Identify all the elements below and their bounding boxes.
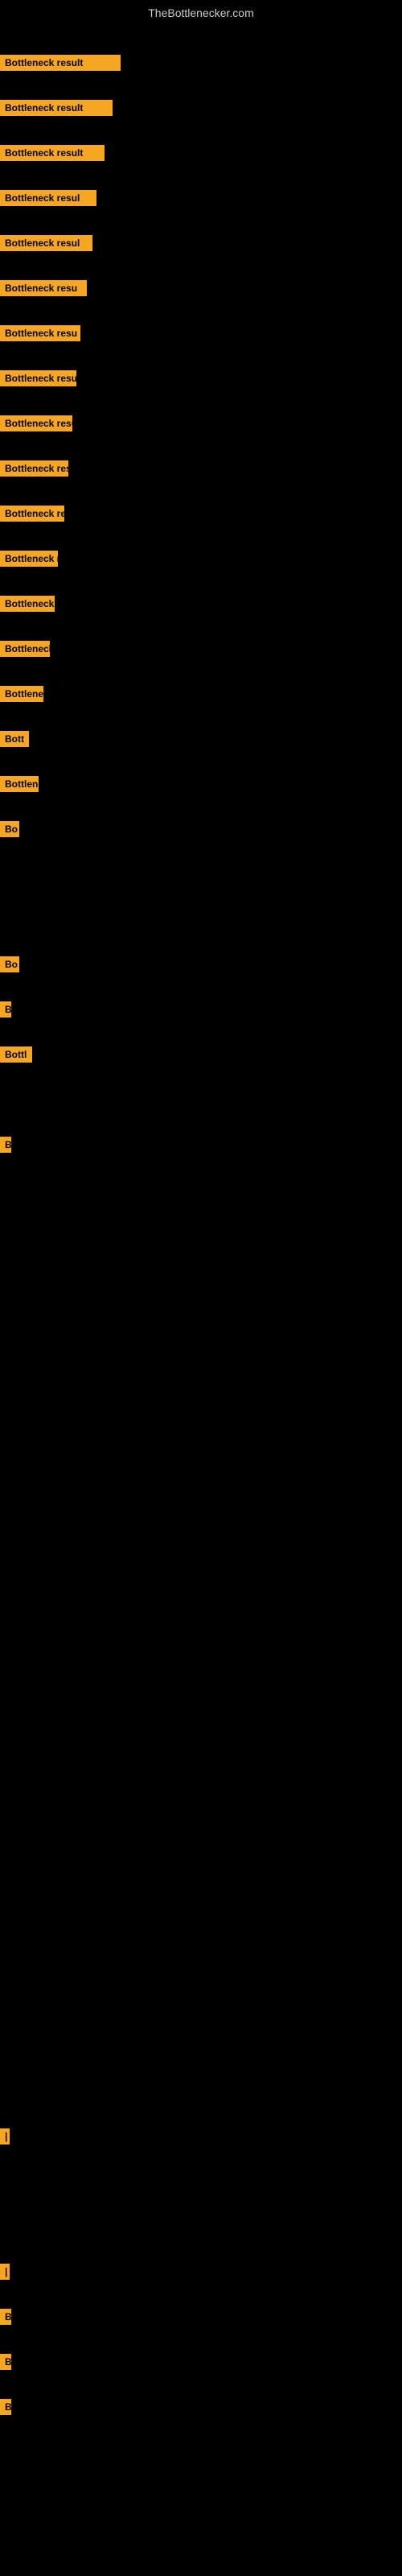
bottleneck-result-label: Bottleneck re [0, 641, 50, 657]
bottleneck-result-label: Bottlen [0, 776, 39, 792]
bottleneck-result-label: B [0, 2399, 11, 2415]
bottleneck-result-label: Bottleneck resul [0, 190, 96, 206]
bottleneck-row-3: Bottleneck resul [0, 180, 402, 216]
bottleneck-row-7: Bottleneck resu [0, 361, 402, 396]
bottleneck-row-46: | [0, 2119, 402, 2154]
bottleneck-row-11: Bottleneck re [0, 541, 402, 576]
bottleneck-result-label: Bottleneck result [0, 145, 105, 161]
bottleneck-result-label: B [0, 2309, 11, 2325]
bottleneck-result-label: Bottleneck result [0, 100, 113, 116]
bottleneck-result-label: Bottlenec [0, 686, 43, 702]
bottleneck-result-label: Bott [0, 731, 29, 747]
bottleneck-result-label: B [0, 1137, 11, 1153]
site-title: TheBottlenecker.com [0, 0, 402, 26]
bottleneck-result-label: Bottleneck resul [0, 235, 92, 251]
bottleneck-row-5: Bottleneck resu [0, 270, 402, 306]
bottleneck-row-4: Bottleneck resul [0, 225, 402, 261]
bottleneck-result-label: Bottleneck resu [0, 280, 87, 296]
bottleneck-row-17: Bo [0, 811, 402, 847]
bottleneck-row-1: Bottleneck result [0, 90, 402, 126]
bottleneck-row-15: Bott [0, 721, 402, 757]
bottleneck-row-50: B [0, 2299, 402, 2334]
bottleneck-result-label: Bottleneck re [0, 596, 55, 612]
bottleneck-result-label: Bottleneck resu [0, 415, 72, 431]
bottleneck-result-label: | [0, 2264, 10, 2280]
bottleneck-row-52: B [0, 2389, 402, 2425]
bottleneck-row-21: B [0, 992, 402, 1027]
bottleneck-result-label: Bottleneck result [0, 55, 121, 71]
bottleneck-row-2: Bottleneck result [0, 135, 402, 171]
bottleneck-row-49: | [0, 2254, 402, 2289]
bottleneck-result-label: Bottl [0, 1046, 32, 1063]
bottleneck-result-label: | [0, 2128, 10, 2145]
bottleneck-result-label: Bo [0, 956, 19, 972]
bottleneck-row-14: Bottlenec [0, 676, 402, 712]
bottleneck-result-label: Bo [0, 821, 19, 837]
bottleneck-row-12: Bottleneck re [0, 586, 402, 621]
bottleneck-row-10: Bottleneck res [0, 496, 402, 531]
bottleneck-row-16: Bottlen [0, 766, 402, 802]
bottleneck-row-9: Bottleneck res [0, 451, 402, 486]
bottleneck-result-label: Bottleneck resu [0, 325, 80, 341]
bottleneck-row-6: Bottleneck resu [0, 316, 402, 351]
bottleneck-row-51: B [0, 2344, 402, 2380]
bottleneck-result-label: Bottleneck resu [0, 370, 76, 386]
bottleneck-row-0: Bottleneck result [0, 45, 402, 80]
bottleneck-row-8: Bottleneck resu [0, 406, 402, 441]
bottleneck-result-label: B [0, 2354, 11, 2370]
bottleneck-row-13: Bottleneck re [0, 631, 402, 667]
bottleneck-row-22: Bottl [0, 1037, 402, 1072]
bottleneck-result-label: Bottleneck res [0, 460, 68, 477]
bottleneck-result-label: B [0, 1001, 11, 1018]
bottleneck-row-24: B [0, 1127, 402, 1162]
bottleneck-result-label: Bottleneck res [0, 506, 64, 522]
bottleneck-row-20: Bo [0, 947, 402, 982]
bottleneck-result-label: Bottleneck re [0, 551, 58, 567]
